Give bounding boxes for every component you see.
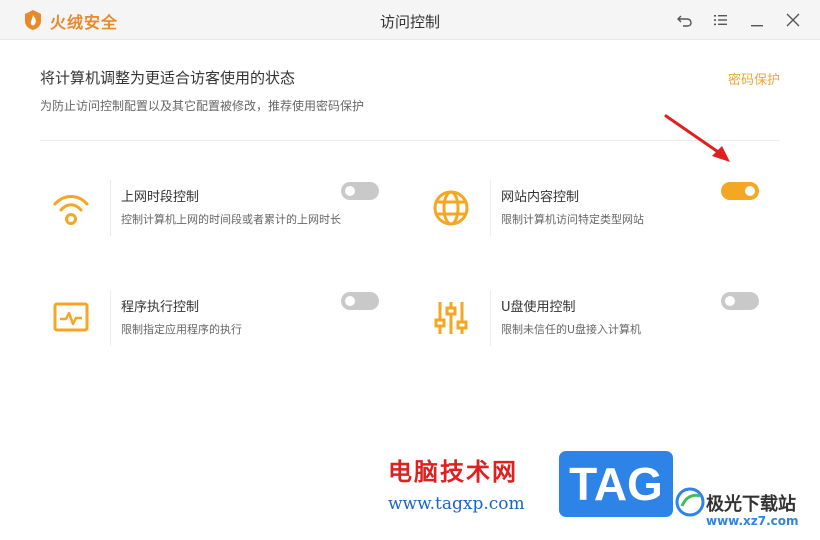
toggle-knob [345,186,355,196]
watermark-site-name: 电脑技术网 [388,458,518,486]
separator-line [490,290,491,346]
program-toggle[interactable] [341,292,379,310]
wifi-icon [53,195,89,225]
feature-usb: U盘使用控制 限制未信任的U盘接入计算机 [421,286,761,346]
online-time-toggle[interactable] [341,182,379,200]
website-toggle[interactable] [721,182,759,200]
feature-online-time: 上网时段控制 控制计算机上网的时间段或者累计的上网时长 [41,176,381,236]
feature-title: 程序执行控制 [121,300,200,315]
watermark-tag-badge: TAG [556,448,676,520]
feature-description: 限制未信任的U盘接入计算机 [501,323,642,336]
globe-icon [433,190,469,226]
separator-line [110,290,111,346]
feature-title: 网站内容控制 [501,190,580,205]
window-title: 访问控制 [379,13,440,31]
usb-toggle[interactable] [721,292,759,310]
toggle-knob [725,296,735,306]
watermark-brand-url: www.xz7.com [706,514,799,528]
page-subtitle: 为防止访问控制配置以及其它配置被修改，推荐使用密码保护 [40,99,365,113]
tag-badge-text: TAG [569,458,663,510]
close-icon [786,13,800,27]
menu-icon [714,15,727,26]
feature-description: 控制计算机上网的时间段或者累计的上网时长 [121,213,341,226]
annotation-arrow-icon [664,114,730,162]
page-title: 将计算机调整为更适合访客使用的状态 [40,69,296,87]
password-protection-link[interactable]: 密码保护 [728,69,780,88]
minimize-button[interactable] [747,10,767,30]
watermark-brand-name: 极光下载站 [706,494,796,515]
title-bar: 火绒安全 访问控制 [0,0,820,40]
feature-website: 网站内容控制 限制计算机访问特定类型网站 [421,176,761,236]
toggle-knob [745,186,755,196]
back-button[interactable] [675,10,695,30]
menu-button[interactable] [710,10,730,30]
monitor-pulse-icon [53,302,89,332]
close-button[interactable] [783,10,803,30]
separator-line [110,180,111,236]
toggle-knob [345,296,355,306]
aurora-logo-icon [675,487,705,517]
feature-description: 限制计算机访问特定类型网站 [501,213,644,226]
watermark-site-url: www.tagxp.com [388,494,525,514]
sliders-icon [434,302,468,334]
back-icon [677,15,692,27]
feature-title: U盘使用控制 [501,300,576,315]
feature-program: 程序执行控制 限制指定应用程序的执行 [41,286,381,346]
minimize-icon [751,25,763,27]
separator-line [490,180,491,236]
feature-description: 限制指定应用程序的执行 [121,323,242,336]
feature-title: 上网时段控制 [121,190,200,205]
